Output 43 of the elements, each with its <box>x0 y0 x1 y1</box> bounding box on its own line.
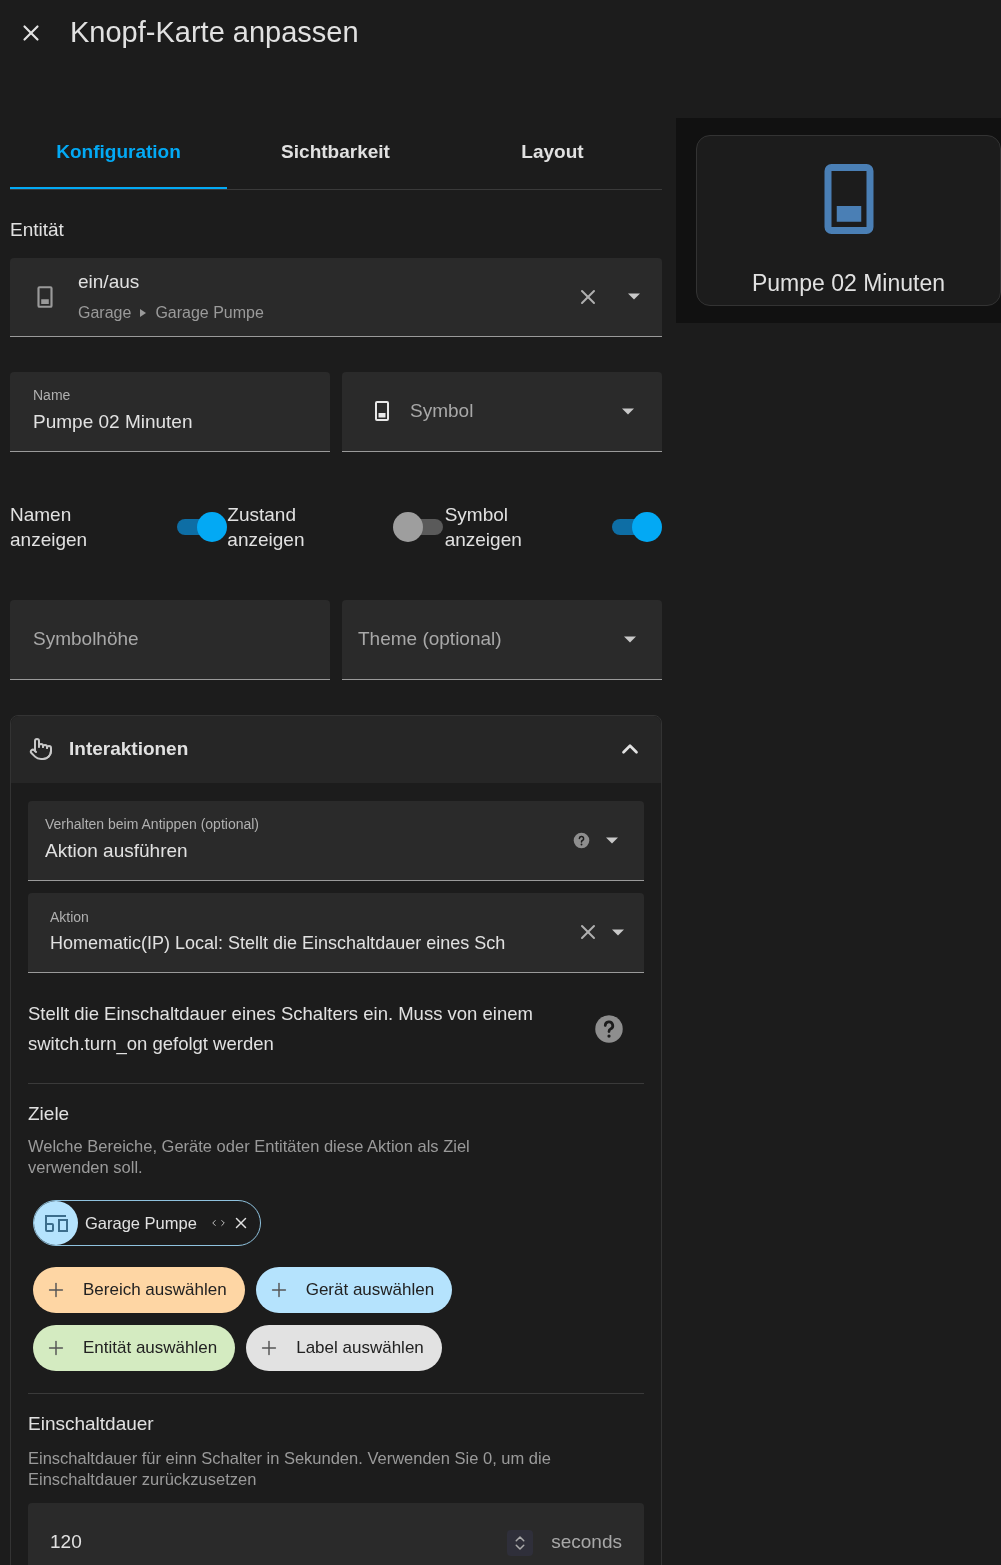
icon-height-field[interactable]: Symbolhöhe <box>10 599 330 680</box>
entity-name: ein/aus <box>78 269 141 294</box>
entity-picker[interactable]: ein/aus Garage Garage Pumpe <box>10 257 662 337</box>
entity-path-label: Garage Pumpe <box>155 303 264 324</box>
dropdown-caret-icon[interactable] <box>612 928 624 936</box>
toggle-label: Zustand anzeigen <box>227 502 306 552</box>
tap-action-picker[interactable]: Verhalten beim Antippen (optional) Aktion ausführen <box>28 800 644 881</box>
tab[interactable]: Sichtbarkeit <box>227 118 444 189</box>
help-icon[interactable] <box>594 1013 624 1044</box>
dropdown-caret-icon[interactable] <box>624 635 636 643</box>
tab[interactable]: Konfiguration <box>10 118 227 189</box>
toggle-label: Namen anzeigen <box>10 502 89 552</box>
section-description: Welche Bereiche, Geräte oder Entitäten diese Aktion als Ziel verwenden soll. <box>28 1136 471 1178</box>
dialog-title: Knopf-Karte anpassen <box>70 15 359 51</box>
entity-path-label: Garage <box>78 303 132 324</box>
section-description: Einschaltdauer für einn Schalter in Sekunden. Verwenden Sie 0, um die Einschaltdauer zurückzusetzen <box>28 1447 552 1490</box>
dropdown-caret-icon[interactable] <box>622 407 634 415</box>
interactions-header[interactable]: Interaktionen <box>11 715 661 783</box>
theme-picker[interactable]: Theme (optional) <box>342 599 662 680</box>
duration-field[interactable]: 120 seconds <box>28 1502 644 1565</box>
unit-label: seconds <box>551 1530 622 1555</box>
add-target-button[interactable]: Bereich auswählen <box>33 1267 245 1313</box>
card-name: Pumpe 02 Minuten <box>751 269 946 298</box>
action-description: Stellt die Einschaltdauer eines Schalters ein. Muss von einem switch.turn_on gefolgt werden <box>28 1001 534 1057</box>
add-target-button[interactable]: Entität auswählen <box>33 1325 236 1371</box>
stepper-icon[interactable] <box>507 1529 534 1556</box>
add-target-button[interactable]: Label auswählen <box>246 1325 442 1371</box>
toggle-label: Symbol anzeigen <box>444 502 523 552</box>
separator-icon <box>140 309 147 318</box>
section-title: Einschaltdauer <box>28 1412 155 1436</box>
tab[interactable]: Layout <box>444 118 661 189</box>
action-picker[interactable]: Aktion Homematic(IP) Local: Stellt die Einschaltdauer eines Sch <box>28 892 644 973</box>
button-card[interactable]: Pumpe 02 Minuten <box>696 135 1001 306</box>
help-icon[interactable] <box>573 831 590 849</box>
field-label: Entität <box>10 218 65 242</box>
dropdown-caret-icon[interactable] <box>628 293 640 300</box>
touch-icon <box>29 736 53 762</box>
device-icon <box>34 1201 78 1245</box>
section-title: Ziele <box>28 1101 71 1126</box>
name-field[interactable]: Name Pumpe 02 Minuten <box>10 371 330 452</box>
dropdown-caret-icon[interactable] <box>606 836 618 844</box>
icon-picker[interactable]: Symbol <box>342 371 662 452</box>
add-target-button[interactable]: Gerät auswählen <box>255 1267 453 1313</box>
